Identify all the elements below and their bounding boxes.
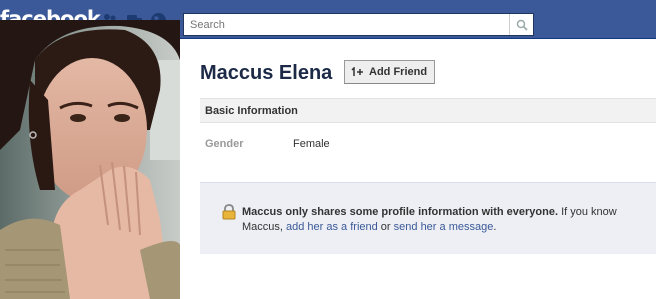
privacy-notice: Maccus only shares some profile informat… xyxy=(200,182,656,254)
add-friend-button[interactable]: Add Friend xyxy=(344,60,436,84)
lock-icon xyxy=(222,204,236,220)
gender-value: Female xyxy=(293,138,330,150)
notice-text-2: or xyxy=(377,221,394,233)
notice-text-3: . xyxy=(493,221,497,233)
send-her-message-link[interactable]: send her a message xyxy=(394,221,494,233)
search-button[interactable] xyxy=(509,14,533,35)
gender-label: Gender xyxy=(205,138,244,150)
search-icon xyxy=(516,19,528,31)
notice-bold-text: Maccus only shares some profile informat… xyxy=(242,206,559,218)
basic-information-heading: Basic Information xyxy=(200,98,656,123)
search-box xyxy=(183,13,534,36)
add-friend-icon xyxy=(351,67,363,76)
add-friend-label: Add Friend xyxy=(369,66,428,78)
privacy-notice-text: Maccus only shares some profile informat… xyxy=(242,205,647,235)
add-her-as-friend-link[interactable]: add her as a friend xyxy=(286,221,378,233)
profile-photo[interactable] xyxy=(0,20,180,299)
profile-name: Maccus Elena xyxy=(200,62,333,84)
search-input[interactable] xyxy=(184,14,509,35)
